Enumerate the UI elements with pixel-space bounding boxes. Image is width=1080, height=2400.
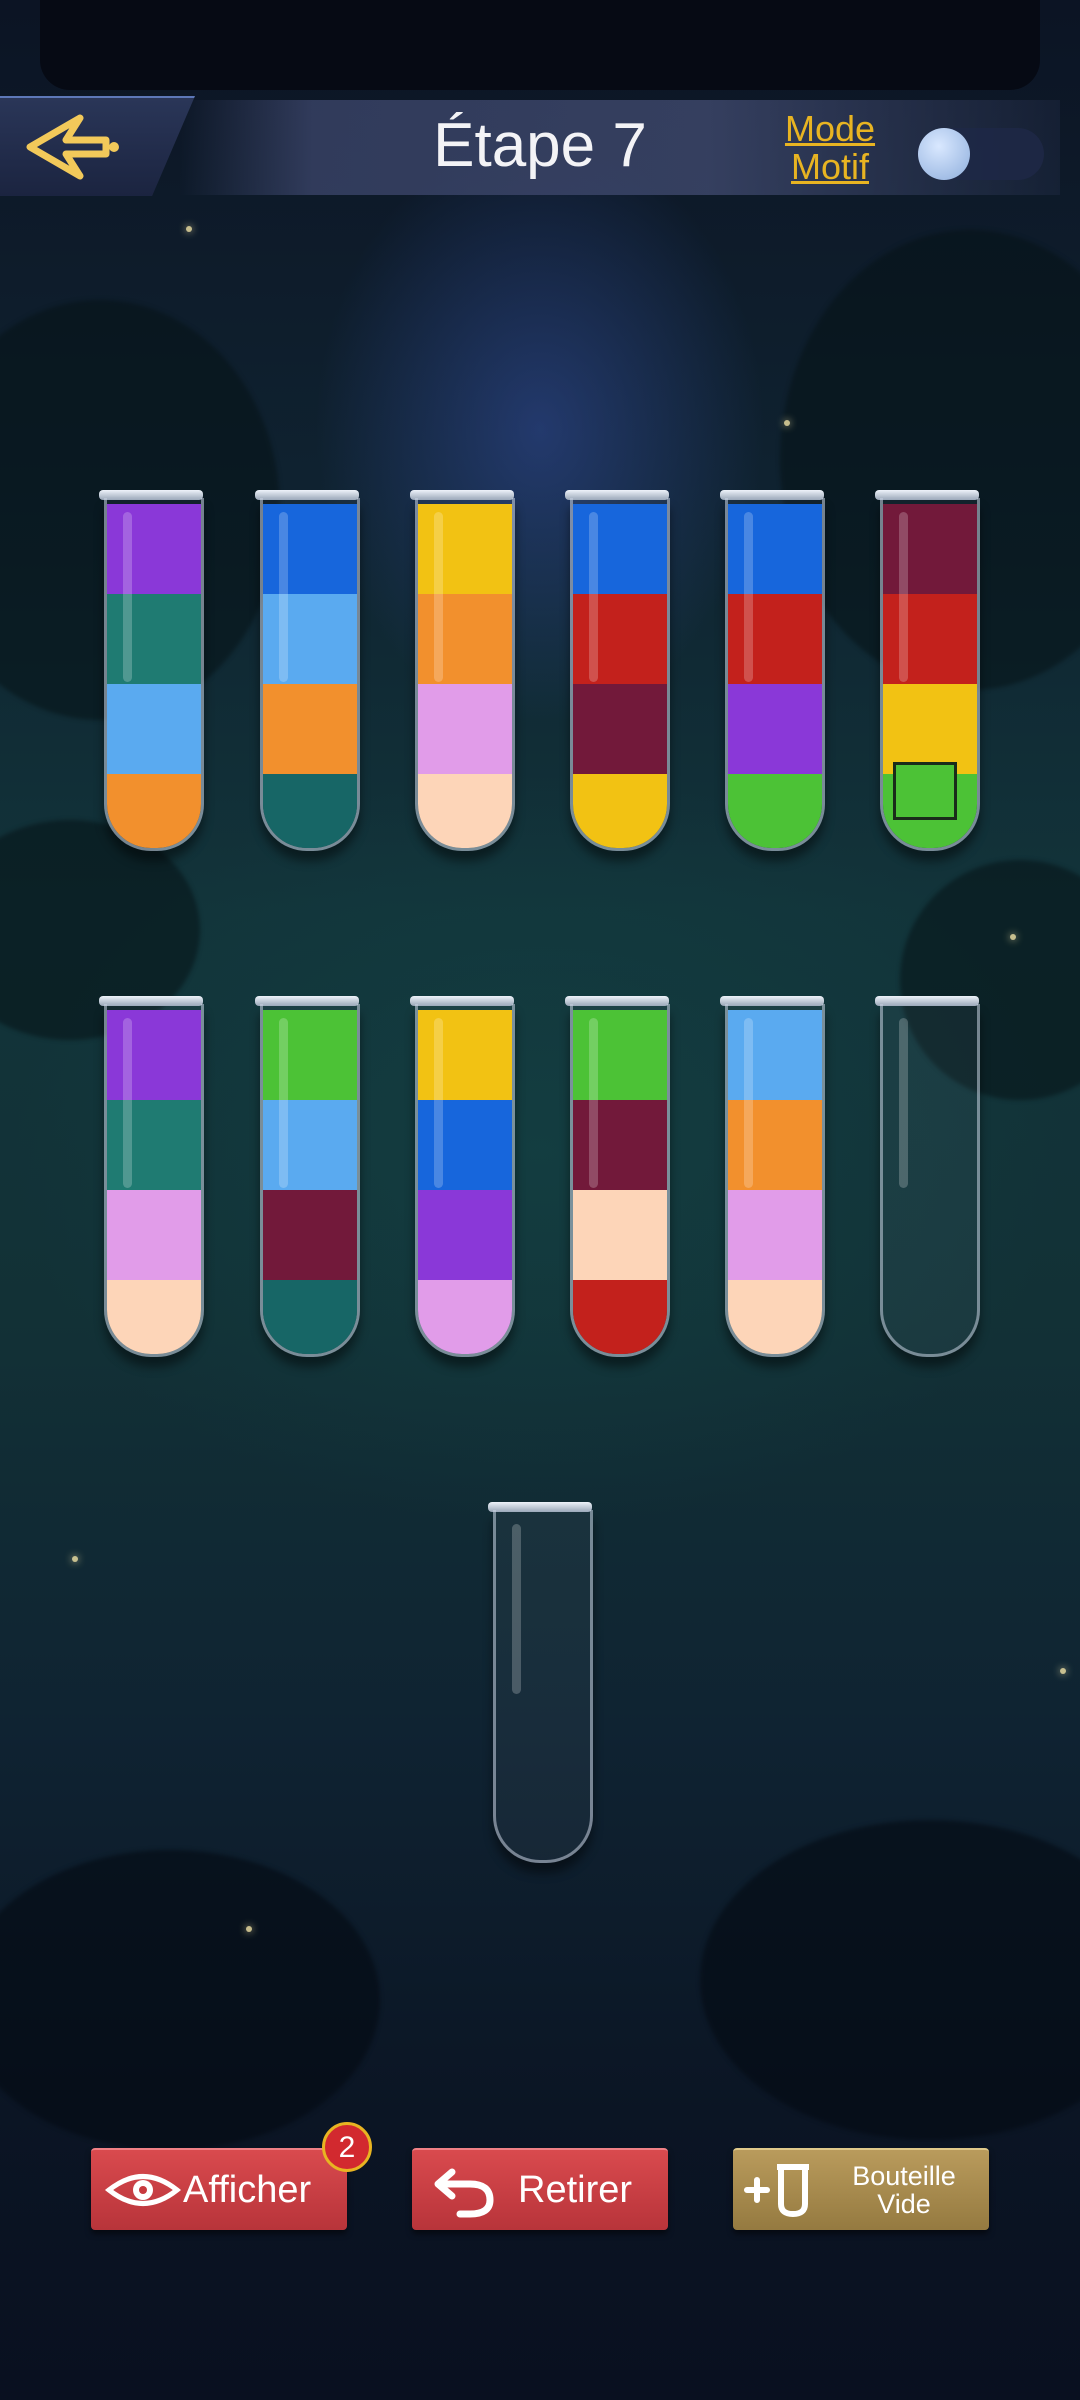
liquid-red: [573, 1280, 667, 1354]
tube-gloss: [434, 512, 443, 682]
liquid-orange: [107, 774, 201, 848]
grass-silhouette: [0, 1850, 380, 2150]
pattern-mode-toggle[interactable]: [918, 128, 1044, 180]
firefly: [246, 1926, 252, 1932]
tube-1[interactable]: [104, 498, 204, 851]
liquid-blue: [418, 1100, 512, 1190]
grass-silhouette: [700, 1820, 1080, 2140]
tube-12[interactable]: [880, 1004, 980, 1357]
tube-gloss: [589, 1018, 598, 1188]
tube-gloss: [744, 512, 753, 682]
liquid-light_blue: [107, 684, 201, 774]
back-arrow-icon: [26, 114, 119, 180]
status-bar-shade: [40, 0, 1040, 90]
liquid-purple: [107, 1010, 201, 1100]
undo-button[interactable]: Retirer: [412, 2148, 668, 2230]
liquid-maroon: [573, 1100, 667, 1190]
liquid-peach: [728, 1280, 822, 1354]
liquid-yellow: [883, 684, 977, 774]
level-title: Étape 7: [433, 111, 647, 180]
liquid-maroon: [573, 684, 667, 774]
liquid-green: [263, 1010, 357, 1100]
eye-icon: [104, 2174, 182, 2206]
tube-4[interactable]: [570, 498, 670, 851]
firefly: [1060, 1668, 1066, 1674]
tube-gloss: [899, 1018, 908, 1188]
tube-gloss: [899, 512, 908, 682]
add-bottle-icon: [744, 2164, 809, 2218]
liquid-dark_teal: [263, 774, 357, 848]
tube-8[interactable]: [260, 1004, 360, 1357]
tube-gloss: [123, 1018, 132, 1188]
liquid-maroon: [883, 504, 977, 594]
liquid-teal: [107, 1100, 201, 1190]
back-button[interactable]: [0, 96, 195, 196]
liquid-green: [728, 774, 822, 848]
liquid-purple: [418, 1190, 512, 1280]
liquid-pink: [728, 1190, 822, 1280]
undo-label: Retirer: [518, 2168, 633, 2211]
show-label: Afficher: [183, 2168, 312, 2211]
tube-5[interactable]: [725, 498, 825, 851]
game-screen: Étape 7 Mode Motif Afficher 2 Retirer Bo…: [0, 0, 1080, 2400]
undo-icon: [434, 2168, 494, 2218]
selection-marker: [893, 762, 957, 820]
liquid-peach: [107, 1280, 201, 1354]
liquid-orange: [728, 1100, 822, 1190]
tube-2[interactable]: [260, 498, 360, 851]
empty-bottle-line1: Bouteille: [852, 2161, 956, 2191]
tube-9[interactable]: [415, 1004, 515, 1357]
tube-gloss: [279, 512, 288, 682]
liquid-dark_teal: [263, 1280, 357, 1354]
tube-gloss: [279, 1018, 288, 1188]
tube-13[interactable]: [493, 1510, 593, 1863]
liquid-blue: [263, 504, 357, 594]
liquid-blue: [728, 504, 822, 594]
liquid-light_blue: [728, 1010, 822, 1100]
hint-count-badge: 2: [322, 2122, 372, 2172]
liquid-blue: [573, 504, 667, 594]
tube-gloss: [123, 512, 132, 682]
empty-bottle-button[interactable]: Bouteille Vide: [733, 2148, 989, 2230]
liquid-red: [573, 594, 667, 684]
firefly: [784, 420, 790, 426]
liquid-pink: [418, 684, 512, 774]
tube-3[interactable]: [415, 498, 515, 851]
liquid-red: [728, 594, 822, 684]
liquid-purple: [728, 684, 822, 774]
liquid-pink: [107, 1190, 201, 1280]
tube-7[interactable]: [104, 1004, 204, 1357]
liquid-orange: [418, 594, 512, 684]
liquid-pink: [418, 1280, 512, 1354]
liquid-maroon: [263, 1190, 357, 1280]
liquid-red: [883, 594, 977, 684]
liquid-green: [573, 1010, 667, 1100]
empty-bottle-line2: Vide: [877, 2189, 931, 2219]
tube-10[interactable]: [570, 1004, 670, 1357]
firefly: [72, 1556, 78, 1562]
tube-gloss: [512, 1524, 521, 1694]
empty-bottle-label: Bouteille Vide: [819, 2162, 989, 2218]
liquid-purple: [107, 504, 201, 594]
show-button[interactable]: Afficher: [91, 2148, 347, 2230]
tube-11[interactable]: [725, 1004, 825, 1357]
liquid-peach: [573, 1190, 667, 1280]
tube-gloss: [434, 1018, 443, 1188]
liquid-peach: [418, 774, 512, 848]
toggle-knob: [918, 128, 970, 180]
firefly: [1010, 934, 1016, 940]
pattern-mode-label[interactable]: Mode Motif: [770, 110, 890, 186]
firefly: [186, 226, 192, 232]
liquid-orange: [263, 684, 357, 774]
tube-gloss: [744, 1018, 753, 1188]
liquid-yellow: [573, 774, 667, 848]
liquid-light_blue: [263, 1100, 357, 1190]
liquid-light_blue: [263, 594, 357, 684]
mode-label-line2: Motif: [790, 146, 869, 187]
mode-label-line1: Mode: [784, 108, 876, 149]
liquid-teal: [107, 594, 201, 684]
liquid-yellow: [418, 1010, 512, 1100]
liquid-yellow: [418, 504, 512, 594]
tube-gloss: [589, 512, 598, 682]
